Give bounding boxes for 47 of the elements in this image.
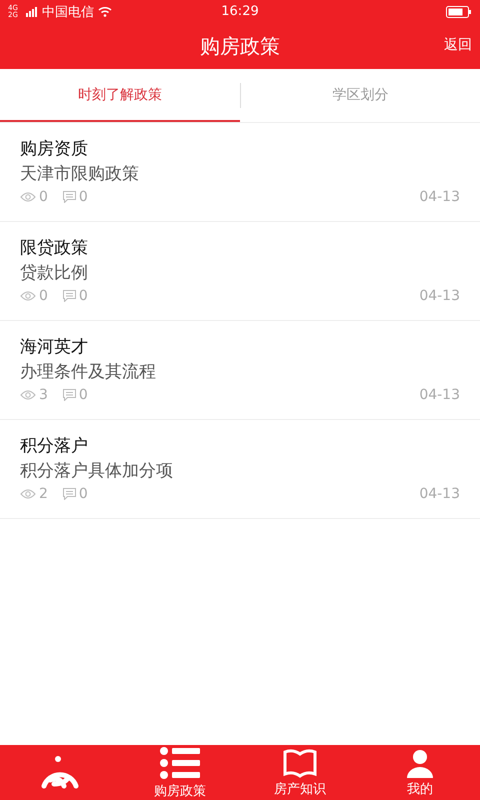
article-date: 04-13 (419, 288, 460, 304)
article-date: 04-13 (419, 189, 460, 205)
article-subtitle: 贷款比例 (20, 262, 89, 285)
eye-icon (20, 192, 36, 202)
eye-icon (20, 291, 36, 301)
article-subtitle: 积分落户具体加分项 (20, 460, 174, 483)
article-title: 购房资质 (20, 138, 89, 161)
comment-icon (62, 488, 76, 500)
nav-label[interactable]: 我的 (407, 780, 433, 798)
book-icon[interactable] (283, 748, 317, 778)
signal-icon (26, 6, 38, 16)
view-count: 2 (39, 486, 48, 502)
battery-icon (446, 6, 472, 18)
tab[interactable]: 时刻了解政策 (0, 69, 240, 122)
comment-icon (62, 290, 76, 302)
comment-count: 0 (78, 288, 88, 304)
list-icon[interactable] (159, 746, 201, 780)
view-count: 0 (39, 189, 48, 205)
comment-icon (62, 389, 76, 401)
article-title: 限贷政策 (20, 237, 89, 260)
article-subtitle: 天津市限购政策 (20, 163, 140, 186)
article-date: 04-13 (419, 387, 460, 403)
eye-icon (20, 390, 36, 400)
article-subtitle: 办理条件及其流程 (20, 361, 157, 384)
comment-icon (62, 191, 76, 203)
carrier-name: 中国电信 (42, 4, 94, 20)
view-count: 0 (39, 288, 48, 304)
article-date: 04-13 (419, 486, 460, 502)
article-item[interactable]: 限贷政策 贷款比例 0 0 04-13 (0, 222, 480, 321)
back-link[interactable]: 返回 (444, 36, 472, 54)
article-title: 海河英才 (20, 336, 89, 359)
status-time: 16:29 (221, 4, 259, 19)
article-item[interactable]: 海河英才 办理条件及其流程 3 0 04-13 (0, 321, 480, 420)
person-icon[interactable] (405, 748, 435, 778)
nav-label[interactable]: 购房政策 (154, 782, 206, 800)
article-item[interactable]: 购房资质 天津市限购政策 0 0 04-13 (0, 123, 480, 222)
page-title: 购房政策 (200, 32, 280, 60)
comment-count: 0 (78, 189, 88, 205)
nav-label[interactable]: 房产知识 (274, 780, 326, 798)
view-count: 3 (39, 387, 48, 403)
tab[interactable]: 学区划分 (240, 69, 480, 122)
article-item[interactable]: 积分落户 积分落户具体加分项 2 0 04-13 (0, 420, 480, 519)
comment-count: 0 (78, 486, 88, 502)
comment-count: 0 (78, 387, 88, 403)
eye-icon (20, 489, 36, 499)
article-title: 积分落户 (20, 435, 89, 458)
wifi-icon (98, 6, 112, 17)
